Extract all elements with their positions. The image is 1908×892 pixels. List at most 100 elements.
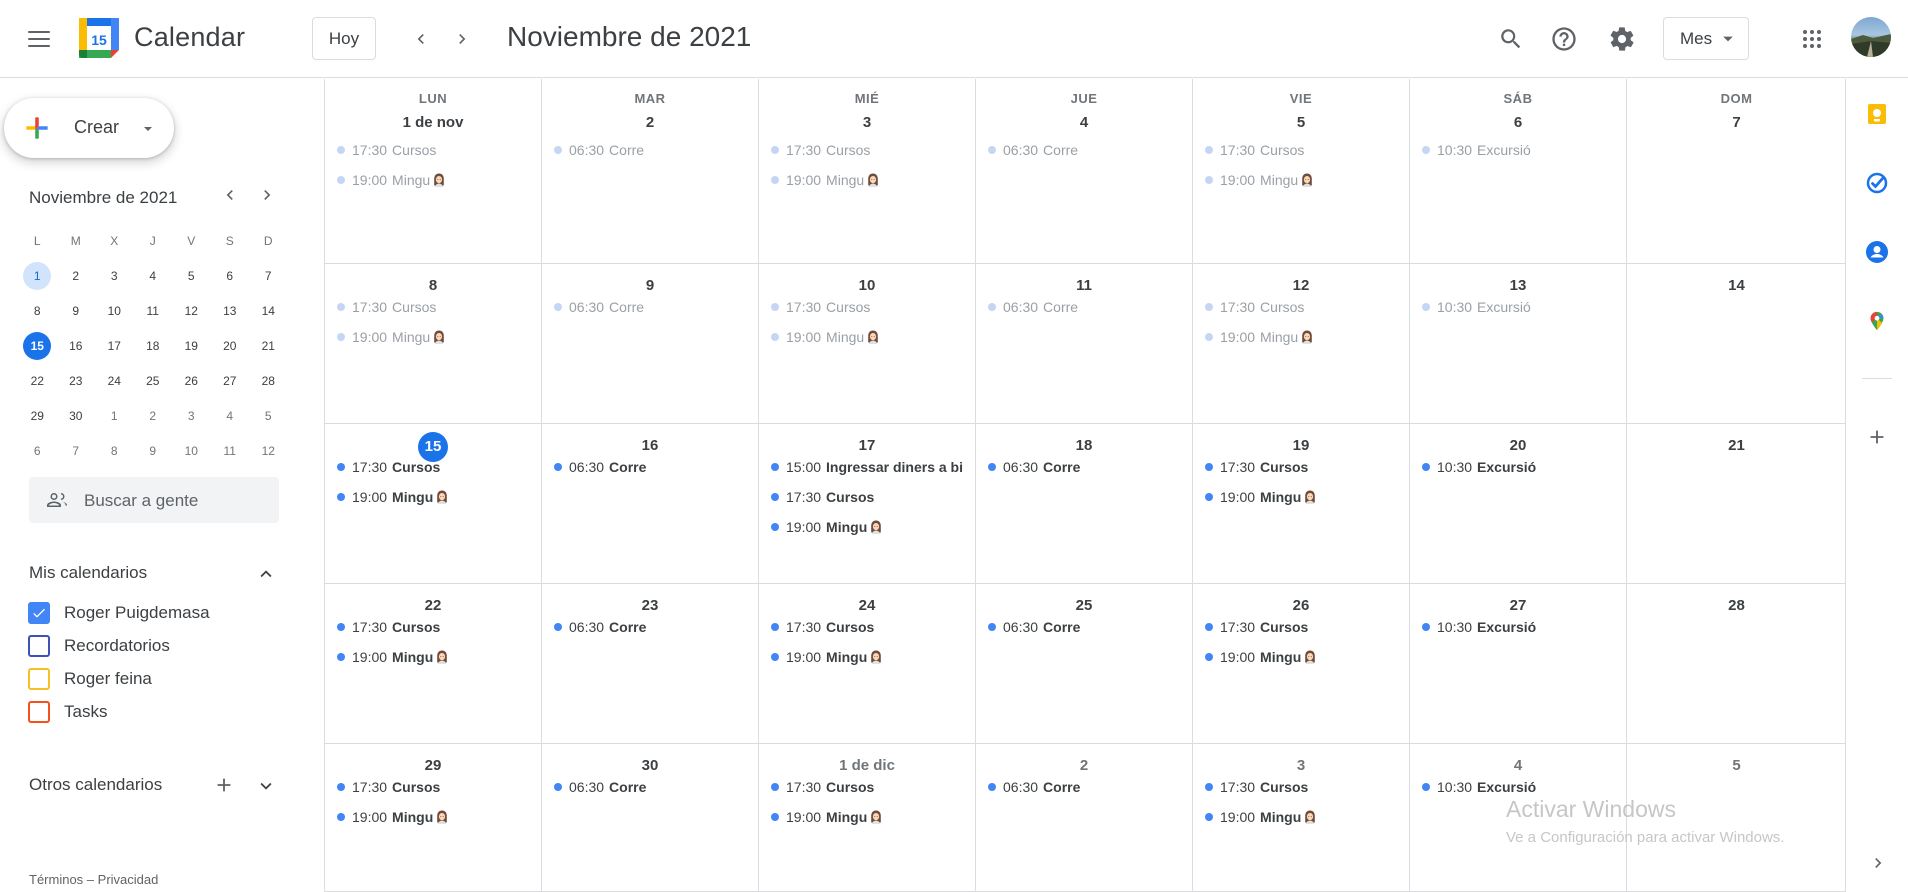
event-chip[interactable]: 17:30 Cursos xyxy=(1205,137,1403,163)
calendar-logo-icon[interactable]: 15 xyxy=(78,17,120,59)
day-number[interactable]: 1 de nov xyxy=(325,114,541,131)
day-cell[interactable]: 24 17:30 Cursos 19:00 Mingu xyxy=(759,584,976,744)
mini-calendar-day[interactable]: 12 xyxy=(249,433,288,468)
day-number[interactable]: 28 xyxy=(1627,597,1846,614)
mini-calendar-day[interactable]: 18 xyxy=(134,328,173,363)
event-chip[interactable]: 19:00 Mingu xyxy=(1205,167,1403,193)
day-number[interactable]: 10 xyxy=(759,277,975,294)
event-chip[interactable]: 06:30 Corre xyxy=(988,294,1186,320)
people-search-input[interactable]: Buscar a gente xyxy=(29,477,279,523)
day-number[interactable]: 19 xyxy=(1193,437,1409,454)
event-chip[interactable]: 06:30 Corre xyxy=(988,454,1186,480)
event-chip[interactable]: 19:00 Mingu xyxy=(771,514,969,540)
mini-calendar-day[interactable]: 22 xyxy=(18,363,57,398)
event-chip[interactable]: 17:30 Cursos xyxy=(1205,454,1403,480)
day-cell[interactable]: 3 17:30 Cursos 19:00 Mingu xyxy=(1193,744,1410,892)
day-number[interactable]: 5 xyxy=(1627,757,1846,774)
event-chip[interactable]: 10:30 Excursió xyxy=(1422,614,1620,640)
day-cell[interactable]: 17 15:00 Ingressar diners a bi 17:30 Cursos 1… xyxy=(759,424,976,584)
apps-button[interactable] xyxy=(1794,21,1830,57)
mini-calendar-day[interactable]: 9 xyxy=(57,293,96,328)
event-chip[interactable]: 19:00 Mingu xyxy=(337,644,535,670)
mini-calendar-day[interactable]: 10 xyxy=(172,433,211,468)
mini-calendar-day[interactable]: 21 xyxy=(249,328,288,363)
day-cell[interactable]: 8 17:30 Cursos 19:00 Mingu xyxy=(325,264,542,424)
day-cell[interactable]: 11 06:30 Corre xyxy=(976,264,1193,424)
mini-calendar-day[interactable]: 20 xyxy=(211,328,250,363)
event-chip[interactable]: 17:30 Cursos xyxy=(337,294,535,320)
event-chip[interactable]: 06:30 Corre xyxy=(554,454,752,480)
day-number[interactable]: 1 de dic xyxy=(759,757,975,774)
mini-calendar-day[interactable]: 7 xyxy=(57,433,96,468)
terms-link[interactable]: Términos xyxy=(29,872,83,887)
day-number[interactable]: 23 xyxy=(542,597,758,614)
day-number[interactable]: 20 xyxy=(1410,437,1626,454)
mini-calendar-day[interactable]: 14 xyxy=(249,293,288,328)
event-chip[interactable]: 19:00 Mingu xyxy=(771,644,969,670)
other-calendars-title[interactable]: Otros calendarios xyxy=(29,775,162,795)
day-number[interactable]: 16 xyxy=(542,437,758,454)
day-cell[interactable]: MAR 2 06:30 Corre xyxy=(542,79,759,264)
mini-calendar-day[interactable]: 17 xyxy=(95,328,134,363)
mini-calendar-next-button[interactable] xyxy=(255,183,279,207)
day-cell[interactable]: 15 17:30 Cursos 19:00 Mingu xyxy=(325,424,542,584)
my-calendars-collapse-button[interactable] xyxy=(254,562,278,586)
my-calendars-title[interactable]: Mis calendarios xyxy=(29,563,147,583)
day-number[interactable]: 2 xyxy=(976,757,1192,774)
mini-calendar-day[interactable]: 4 xyxy=(211,398,250,433)
event-chip[interactable]: 17:30 Cursos xyxy=(1205,294,1403,320)
day-number[interactable]: 2 xyxy=(542,114,758,131)
mini-calendar-day[interactable]: 2 xyxy=(134,398,173,433)
day-cell[interactable]: 30 06:30 Corre xyxy=(542,744,759,892)
mini-calendar-day[interactable]: 8 xyxy=(95,433,134,468)
mini-calendar-day[interactable]: 5 xyxy=(249,398,288,433)
event-chip[interactable]: 06:30 Corre xyxy=(988,614,1186,640)
event-chip[interactable]: 19:00 Mingu xyxy=(337,324,535,350)
calendar-checkbox[interactable] xyxy=(28,602,50,624)
mini-calendar-day[interactable]: 8 xyxy=(18,293,57,328)
event-chip[interactable]: 17:30 Cursos xyxy=(771,294,969,320)
day-number[interactable]: 14 xyxy=(1627,277,1846,294)
calendar-item[interactable]: Tasks xyxy=(28,696,107,728)
event-chip[interactable]: 17:30 Cursos xyxy=(337,614,535,640)
day-cell[interactable]: 16 06:30 Corre xyxy=(542,424,759,584)
event-chip[interactable]: 17:30 Cursos xyxy=(771,614,969,640)
day-cell[interactable]: VIE 5 17:30 Cursos 19:00 Mingu xyxy=(1193,79,1410,264)
day-number[interactable]: 9 xyxy=(542,277,758,294)
event-chip[interactable]: 19:00 Mingu xyxy=(771,324,969,350)
day-cell[interactable]: 2 06:30 Corre xyxy=(976,744,1193,892)
mini-calendar-day[interactable]: 30 xyxy=(57,398,96,433)
maps-icon[interactable] xyxy=(1864,308,1890,334)
mini-calendar-day[interactable]: 24 xyxy=(95,363,134,398)
event-chip[interactable]: 17:30 Cursos xyxy=(1205,614,1403,640)
day-cell[interactable]: SÁB 6 10:30 Excursió xyxy=(1410,79,1627,264)
day-cell[interactable]: 10 17:30 Cursos 19:00 Mingu xyxy=(759,264,976,424)
mini-calendar-day[interactable]: 4 xyxy=(134,258,173,293)
create-event-button[interactable]: Crear xyxy=(4,98,174,158)
mini-calendar-day[interactable]: 23 xyxy=(57,363,96,398)
day-number[interactable]: 21 xyxy=(1627,437,1846,454)
mini-calendar-day[interactable]: 9 xyxy=(134,433,173,468)
day-cell[interactable]: 18 06:30 Corre xyxy=(976,424,1193,584)
day-number[interactable]: 5 xyxy=(1193,114,1409,131)
event-chip[interactable]: 17:30 Cursos xyxy=(337,137,535,163)
keep-icon[interactable] xyxy=(1864,101,1890,127)
calendar-checkbox[interactable] xyxy=(28,701,50,723)
day-number[interactable]: 13 xyxy=(1410,277,1626,294)
calendar-item[interactable]: Roger Puigdemasa xyxy=(28,597,210,629)
event-chip[interactable]: 06:30 Corre xyxy=(554,614,752,640)
account-avatar[interactable] xyxy=(1851,17,1891,57)
today-button[interactable]: Hoy xyxy=(312,17,376,60)
day-cell[interactable]: JUE 4 06:30 Corre xyxy=(976,79,1193,264)
add-addon-icon[interactable] xyxy=(1864,424,1890,450)
mini-calendar-day[interactable]: 3 xyxy=(95,258,134,293)
next-month-button[interactable] xyxy=(447,24,477,54)
day-cell[interactable]: 1 de dic 17:30 Cursos 19:00 Mingu xyxy=(759,744,976,892)
expand-side-panel-button[interactable] xyxy=(1866,851,1890,875)
mini-calendar-day[interactable]: 6 xyxy=(18,433,57,468)
day-cell[interactable]: 13 10:30 Excursió xyxy=(1410,264,1627,424)
day-number[interactable]: 27 xyxy=(1410,597,1626,614)
day-number[interactable]: 4 xyxy=(1410,757,1626,774)
day-cell[interactable]: 20 10:30 Excursió xyxy=(1410,424,1627,584)
mini-calendar-day[interactable]: 3 xyxy=(172,398,211,433)
